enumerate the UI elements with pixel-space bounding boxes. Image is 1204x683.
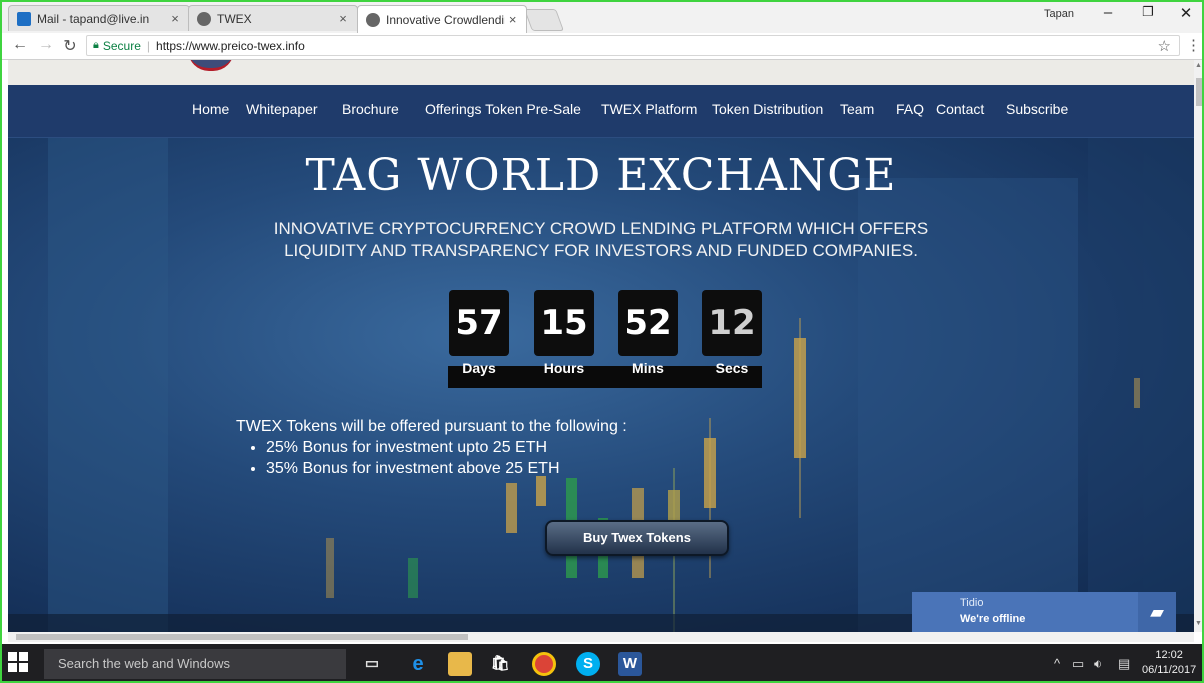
file-explorer-icon[interactable]	[448, 652, 472, 676]
close-icon[interactable]: ×	[505, 12, 520, 27]
bookmark-star-icon[interactable]: ☆	[1158, 37, 1171, 55]
globe-icon	[366, 12, 380, 27]
outlook-icon	[17, 11, 31, 26]
page-viewport: Home Whitepaper Brochure Offerings Token…	[8, 60, 1194, 632]
nav-brochure[interactable]: Brochure	[342, 101, 399, 117]
secure-label: Secure	[102, 38, 141, 53]
chat-widget-name: Tidio	[960, 597, 984, 609]
close-window-icon[interactable]: ✕	[1172, 4, 1200, 22]
nav-home[interactable]: Home	[192, 101, 229, 117]
vertical-scrollbar[interactable]: ▲ ▼	[1194, 60, 1204, 632]
offer-bullets: 25% Bonus for investment upto 25 ETH 35%…	[236, 437, 627, 479]
nav-team[interactable]: Team	[840, 101, 874, 117]
taskbar-clock[interactable]: 12:02 06/11/2017	[1142, 648, 1196, 678]
network-icon[interactable]: ▭	[1072, 656, 1084, 672]
taskbar-search-box[interactable]: Search the web and Windows	[44, 649, 346, 679]
tab-title: Mail - tapand@live.in	[37, 11, 150, 26]
countdown-value: 12	[702, 290, 762, 356]
chrome-icon[interactable]	[532, 652, 556, 676]
buy-twex-tokens-button[interactable]: Buy Twex Tokens	[545, 520, 729, 556]
skype-icon[interactable]: S	[576, 652, 600, 676]
subtitle-line: LIQUIDITY AND TRANSPARENCY FOR INVESTORS…	[284, 241, 918, 260]
site-logo[interactable]	[188, 60, 234, 71]
countdown-days: 57 Days	[449, 290, 509, 376]
globe-icon	[197, 11, 211, 26]
clock-time: 12:02	[1155, 649, 1183, 661]
countdown-secs: 12 Secs	[702, 290, 762, 376]
countdown-label: Mins	[632, 360, 664, 376]
profile-name[interactable]: Tapan	[1044, 8, 1074, 20]
task-view-icon[interactable]: ▭	[360, 652, 384, 676]
page-header-strip	[8, 60, 1194, 85]
store-icon[interactable]: 🛍︎	[488, 652, 512, 676]
browser-toolbar: ← → ↻ 🔒︎ Secure | https://www.preico-twe…	[0, 33, 1204, 60]
new-tab-button[interactable]	[523, 9, 565, 31]
minimize-icon[interactable]: –	[1094, 4, 1122, 21]
volume-icon[interactable]: 🔉︎	[1094, 656, 1102, 672]
countdown-label: Secs	[715, 360, 749, 376]
offer-bullet: 25% Bonus for investment upto 25 ETH	[266, 437, 627, 458]
action-center-icon[interactable]: ▤	[1118, 656, 1130, 672]
nav-contact[interactable]: Contact	[936, 101, 984, 117]
scroll-up-icon[interactable]: ▲	[1195, 62, 1202, 69]
tray-chevron-icon[interactable]: ^	[1054, 656, 1060, 671]
chat-widget[interactable]: Tidio We're offline ▰	[912, 592, 1176, 632]
nav-whitepaper[interactable]: Whitepaper	[246, 101, 318, 117]
countdown-hours: 15 Hours	[534, 290, 594, 376]
address-bar[interactable]: 🔒︎ Secure | https://www.preico-twex.info…	[86, 35, 1180, 56]
nav-token-distribution[interactable]: Token Distribution	[712, 101, 823, 117]
countdown-label: Hours	[543, 360, 585, 376]
chat-bubble-icon[interactable]: ▰	[1138, 592, 1176, 632]
menu-icon[interactable]: ⋮	[1186, 36, 1201, 54]
countdown-value: 57	[449, 290, 509, 356]
edge-icon[interactable]: e	[406, 652, 430, 676]
url-text[interactable]: https://www.preico-twex.info	[156, 39, 305, 53]
tab-strip: Mail - tapand@live.in × TWEX × Innovativ…	[0, 0, 1204, 33]
word-icon[interactable]: W	[618, 652, 642, 676]
horizontal-scrollbar[interactable]	[8, 632, 1194, 642]
subtitle-line: INNOVATIVE CRYPTOCURRENCY CROWD LENDING …	[273, 219, 929, 238]
offer-bullet: 35% Bonus for investment above 25 ETH	[266, 458, 627, 479]
tab-title: Innovative Crowdlending	[386, 12, 506, 27]
hero-section: TAG WORLD EXCHANGE INNOVATIVE CRYPTOCURR…	[8, 138, 1194, 632]
tab-mail[interactable]: Mail - tapand@live.in ×	[8, 5, 190, 31]
scroll-down-icon[interactable]: ▼	[1195, 620, 1202, 627]
site-navbar: Home Whitepaper Brochure Offerings Token…	[8, 85, 1194, 138]
countdown-label: Days	[462, 360, 496, 376]
token-offer-text: TWEX Tokens will be offered pursuant to …	[236, 416, 627, 479]
tab-twex[interactable]: TWEX ×	[188, 5, 358, 31]
clock-date: 06/11/2017	[1142, 664, 1197, 676]
tab-title: TWEX	[217, 11, 252, 26]
nav-subscribe[interactable]: Subscribe	[1006, 101, 1068, 117]
close-icon[interactable]: ×	[335, 11, 351, 26]
page-title: TAG WORLD EXCHANGE	[305, 150, 897, 201]
close-icon[interactable]: ×	[167, 11, 183, 26]
offer-intro: TWEX Tokens will be offered pursuant to …	[236, 418, 627, 435]
countdown-value: 15	[534, 290, 594, 356]
forward-icon[interactable]: →	[36, 36, 56, 54]
scroll-thumb[interactable]	[16, 634, 468, 640]
lock-icon: 🔒︎	[93, 39, 99, 51]
windows-taskbar: Search the web and Windows ▭ e 🛍︎ S W ^ …	[0, 644, 1204, 683]
divider: |	[146, 38, 151, 53]
back-icon[interactable]: ←	[10, 36, 30, 54]
scroll-thumb[interactable]	[1196, 78, 1202, 106]
countdown-value: 52	[618, 290, 678, 356]
nav-twex-platform[interactable]: TWEX Platform	[601, 101, 697, 117]
chat-widget-status: We're offline	[960, 613, 1026, 625]
tab-innovative-crowdlending[interactable]: Innovative Crowdlending ×	[357, 5, 527, 33]
restore-icon[interactable]: ❐	[1134, 4, 1162, 20]
reload-icon[interactable]: ↻	[60, 36, 80, 56]
nav-faq[interactable]: FAQ	[896, 101, 924, 117]
hero-subtitle: INNOVATIVE CRYPTOCURRENCY CROWD LENDING …	[208, 218, 994, 262]
nav-offerings-token-pre-sale[interactable]: Offerings Token Pre-Sale	[425, 101, 581, 117]
windows-start-icon[interactable]	[8, 652, 34, 676]
countdown-mins: 52 Mins	[618, 290, 678, 376]
